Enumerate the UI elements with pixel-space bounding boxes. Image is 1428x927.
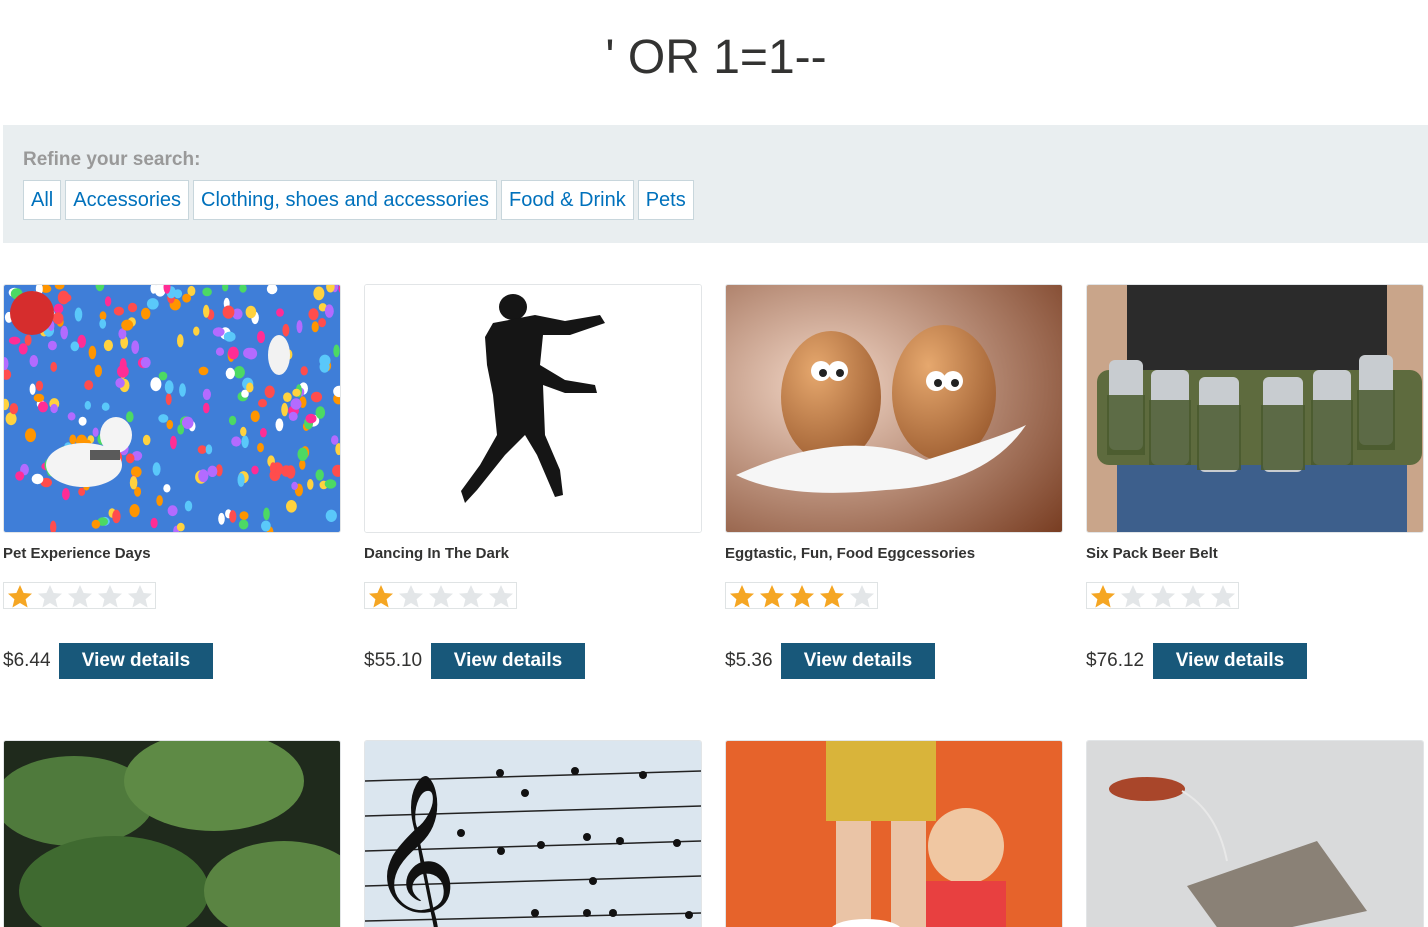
star-empty-icon (128, 584, 152, 607)
view-details-button[interactable]: View details (781, 643, 935, 679)
product-image[interactable] (1086, 740, 1424, 927)
page-title: ' OR 1=1-- (605, 31, 827, 84)
product-price: $5.36 (725, 650, 773, 671)
star-empty-icon (1151, 584, 1175, 607)
toy-figures-image (726, 741, 1062, 927)
product-price: $76.12 (1086, 650, 1145, 671)
product-name: Six Pack Beer Belt (1086, 545, 1218, 562)
filter-label: Refine your search: (23, 149, 201, 170)
product-price: $55.10 (364, 650, 423, 671)
svg-text:𝄞: 𝄞 (369, 773, 458, 927)
rating-stars (1086, 582, 1239, 609)
star-filled-icon (1091, 584, 1115, 607)
star-empty-icon (98, 584, 122, 607)
star-filled-icon (8, 584, 32, 607)
rating-stars (3, 582, 156, 609)
product-image[interactable]: 𝄞 (364, 740, 702, 927)
teabag-image (1087, 741, 1423, 927)
product-name: Dancing In The Dark (364, 545, 510, 562)
star-filled-icon (730, 584, 754, 607)
filter-list: All Accessories Clothing, shoes and acce… (23, 180, 694, 220)
leaves-image (4, 741, 340, 927)
product-image[interactable] (725, 284, 1063, 533)
balloons-dog-image (4, 285, 340, 532)
product-image[interactable] (3, 740, 341, 927)
product-image[interactable] (1086, 284, 1424, 533)
star-empty-icon (429, 584, 453, 607)
star-filled-icon (369, 584, 393, 607)
filter-accessories[interactable]: Accessories (65, 180, 190, 220)
star-empty-icon (850, 584, 874, 607)
product-image[interactable] (725, 740, 1063, 927)
star-filled-icon (820, 584, 844, 607)
star-empty-icon (38, 584, 62, 607)
product-price: $6.44 (3, 650, 51, 671)
rating-stars (364, 582, 517, 609)
view-details-button[interactable]: View details (59, 643, 213, 679)
star-empty-icon (1121, 584, 1145, 607)
product-name: Pet Experience Days (3, 545, 151, 562)
star-empty-icon (1181, 584, 1205, 607)
star-empty-icon (399, 584, 423, 607)
filter-all[interactable]: All (23, 180, 62, 220)
star-empty-icon (489, 584, 513, 607)
dancer-silhouette-image (365, 285, 701, 532)
filter-clothing[interactable]: Clothing, shoes and accessories (193, 180, 497, 220)
star-empty-icon (459, 584, 483, 607)
star-empty-icon (1211, 584, 1235, 607)
filter-food-drink[interactable]: Food & Drink (501, 180, 634, 220)
filter-pets[interactable]: Pets (637, 180, 694, 220)
product-image[interactable] (364, 284, 702, 533)
rating-stars (725, 582, 878, 609)
music-birds-image: 𝄞 (365, 741, 701, 927)
eggs-image (726, 285, 1062, 532)
product-image[interactable] (3, 284, 341, 533)
star-empty-icon (68, 584, 92, 607)
view-details-button[interactable]: View details (431, 643, 585, 679)
filter-bar: Refine your search: All Accessories Clot… (3, 125, 1428, 243)
product-name: Eggtastic, Fun, Food Eggcessories (725, 545, 976, 562)
view-details-button[interactable]: View details (1153, 643, 1307, 679)
star-filled-icon (790, 584, 814, 607)
star-filled-icon (760, 584, 784, 607)
beer-belt-image (1087, 285, 1423, 532)
